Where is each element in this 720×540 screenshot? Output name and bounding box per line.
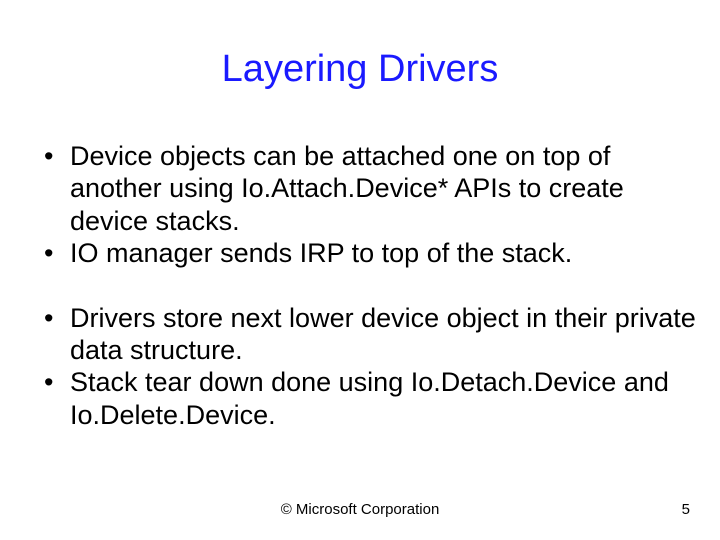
footer-copyright: © Microsoft Corporation <box>0 501 720 518</box>
slide: Layering Drivers Device objects can be a… <box>0 0 720 540</box>
bullet-item: IO manager sends IRP to top of the stack… <box>40 237 696 269</box>
footer-page-number: 5 <box>682 501 690 518</box>
slide-title: Layering Drivers <box>0 48 720 91</box>
bullet-item: Stack tear down done using Io.Detach.Dev… <box>40 366 696 431</box>
bullet-list: Device objects can be attached one on to… <box>40 140 696 270</box>
spacer <box>40 270 696 302</box>
slide-content: Device objects can be attached one on to… <box>40 140 696 431</box>
bullet-item: Device objects can be attached one on to… <box>40 140 696 237</box>
bullet-list: Drivers store next lower device object i… <box>40 302 696 432</box>
bullet-item: Drivers store next lower device object i… <box>40 302 696 367</box>
